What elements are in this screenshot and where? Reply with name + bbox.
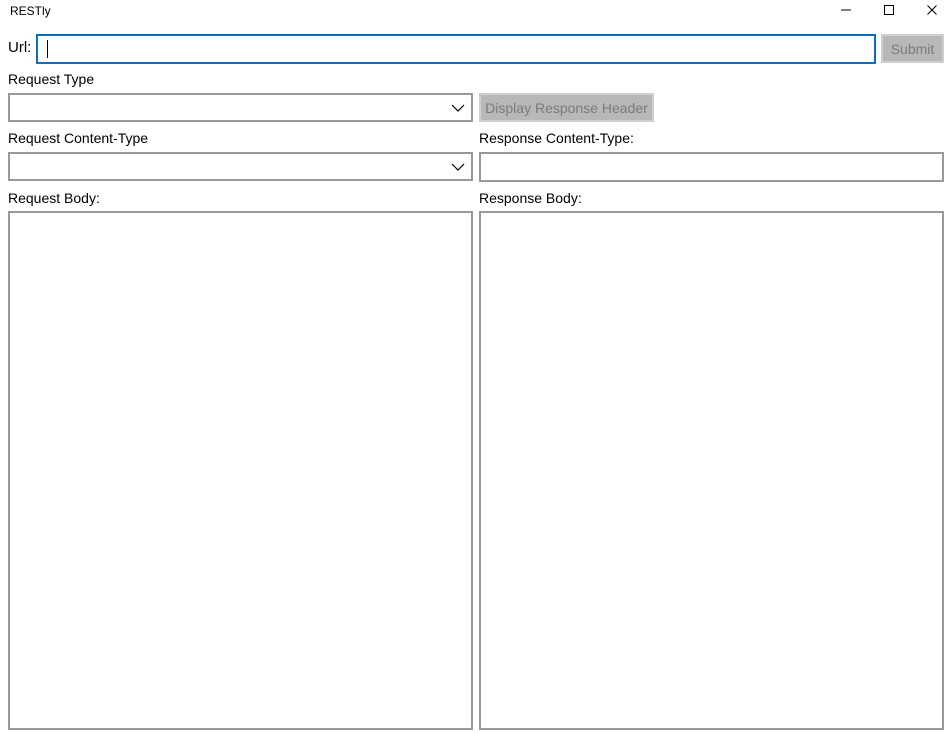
request-content-type-label: Request Content-Type: [8, 130, 149, 146]
url-label: Url:: [8, 39, 32, 56]
request-content-type-dropdown[interactable]: [8, 152, 473, 181]
request-body-textarea[interactable]: [8, 211, 473, 730]
response-content-type-field[interactable]: [479, 152, 944, 182]
response-content-type-label: Response Content-Type:: [479, 130, 634, 146]
text-caret: [47, 40, 48, 58]
minimize-button[interactable]: [824, 0, 868, 20]
url-input[interactable]: [36, 34, 876, 64]
display-response-header-button[interactable]: Display Response Header: [479, 93, 654, 122]
chevron-down-icon: [451, 163, 465, 171]
request-type-label: Request Type: [8, 71, 95, 87]
maximize-icon: [884, 5, 894, 15]
response-body-textarea[interactable]: [479, 211, 944, 730]
request-type-dropdown[interactable]: [8, 93, 473, 122]
minimize-icon: [841, 9, 851, 11]
chevron-down-icon: [451, 104, 465, 112]
request-body-label: Request Body:: [8, 190, 100, 206]
submit-button[interactable]: Submit: [881, 34, 944, 63]
close-button[interactable]: [910, 0, 950, 20]
title-bar: RESTly: [0, 0, 950, 30]
close-icon: [927, 5, 937, 15]
app-title: RESTly: [10, 4, 51, 18]
maximize-button[interactable]: [867, 0, 911, 20]
response-body-label: Response Body:: [479, 190, 582, 206]
